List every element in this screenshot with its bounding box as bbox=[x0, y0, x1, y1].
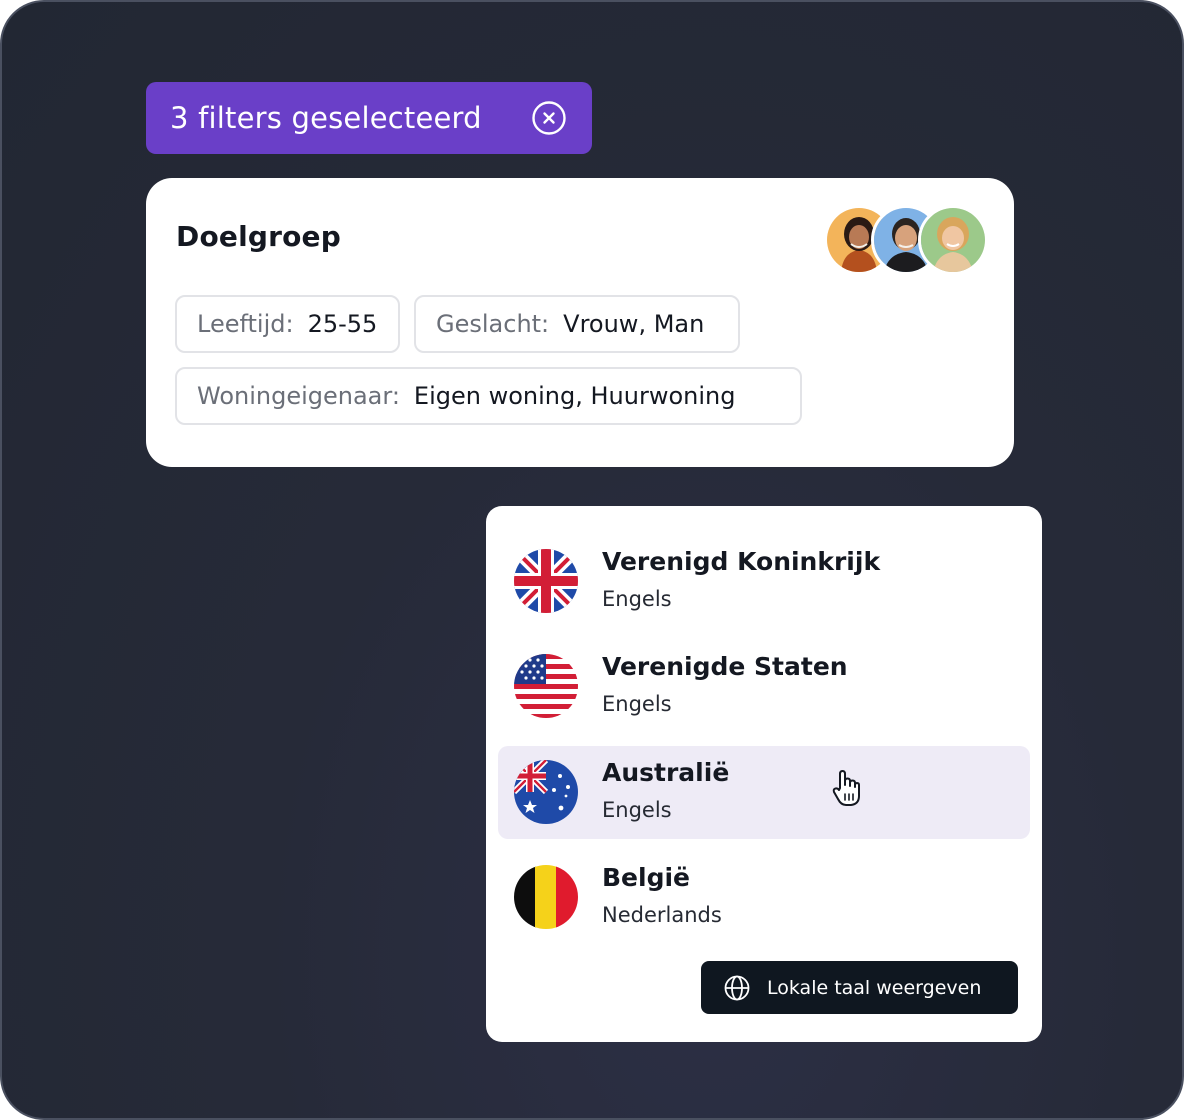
list-item-uk[interactable]: Verenigd Koninkrijk Engels bbox=[498, 535, 1030, 628]
country-name: Australië bbox=[602, 758, 730, 787]
filters-selected-chip[interactable]: 3 filters geselecteerd bbox=[146, 82, 592, 154]
list-item-be[interactable]: België Nederlands bbox=[498, 851, 1030, 944]
show-local-language-label: Lokale taal weergeven bbox=[767, 976, 982, 999]
tag-value: Vrouw, Man bbox=[563, 310, 705, 338]
tag-value: Eigen woning, Huurwoning bbox=[413, 382, 736, 410]
app-frame: 3 filters geselecteerd Doelgroep Leeftij… bbox=[0, 0, 1184, 1120]
language-name: Engels bbox=[602, 798, 672, 822]
list-item-au[interactable]: Australië Engels bbox=[498, 746, 1030, 839]
country-name: België bbox=[602, 863, 691, 892]
audience-title: Doelgroep bbox=[176, 220, 341, 253]
tag-value: 25-55 bbox=[307, 310, 378, 338]
us-flag-icon bbox=[514, 654, 578, 718]
language-list-card: Verenigd Koninkrijk Engels Verenigde Sta… bbox=[486, 506, 1042, 1042]
uk-flag-icon bbox=[514, 549, 578, 613]
tag-key: Leeftijd: bbox=[197, 310, 294, 338]
tag-key: Geslacht: bbox=[436, 310, 550, 338]
list-item-us[interactable]: Verenigde Staten Engels bbox=[498, 640, 1030, 733]
language-name: Engels bbox=[602, 692, 672, 716]
globe-icon bbox=[724, 975, 750, 1000]
show-local-language-button[interactable]: Lokale taal weergeven bbox=[701, 961, 1018, 1014]
audience-card: Doelgroep Leeftijd: 25-55 Geslacht: Vrou… bbox=[146, 178, 1014, 467]
filter-tag-age[interactable]: Leeftijd: 25-55 bbox=[175, 295, 400, 353]
avatar-group bbox=[822, 205, 992, 275]
language-name: Nederlands bbox=[602, 903, 722, 927]
filter-tag-homeowner[interactable]: Woningeigenaar: Eigen woning, Huurwoning bbox=[175, 367, 802, 425]
language-name: Engels bbox=[602, 587, 672, 611]
hand-pointer-icon bbox=[832, 770, 860, 806]
close-circle-icon[interactable] bbox=[531, 100, 567, 136]
filters-selected-label: 3 filters geselecteerd bbox=[170, 101, 482, 135]
be-flag-icon bbox=[514, 865, 578, 929]
avatar bbox=[918, 205, 988, 275]
tag-key: Woningeigenaar: bbox=[197, 382, 400, 410]
filter-tag-gender[interactable]: Geslacht: Vrouw, Man bbox=[414, 295, 740, 353]
country-name: Verenigde Staten bbox=[602, 652, 848, 681]
au-flag-icon bbox=[514, 760, 578, 824]
country-name: Verenigd Koninkrijk bbox=[602, 547, 881, 576]
